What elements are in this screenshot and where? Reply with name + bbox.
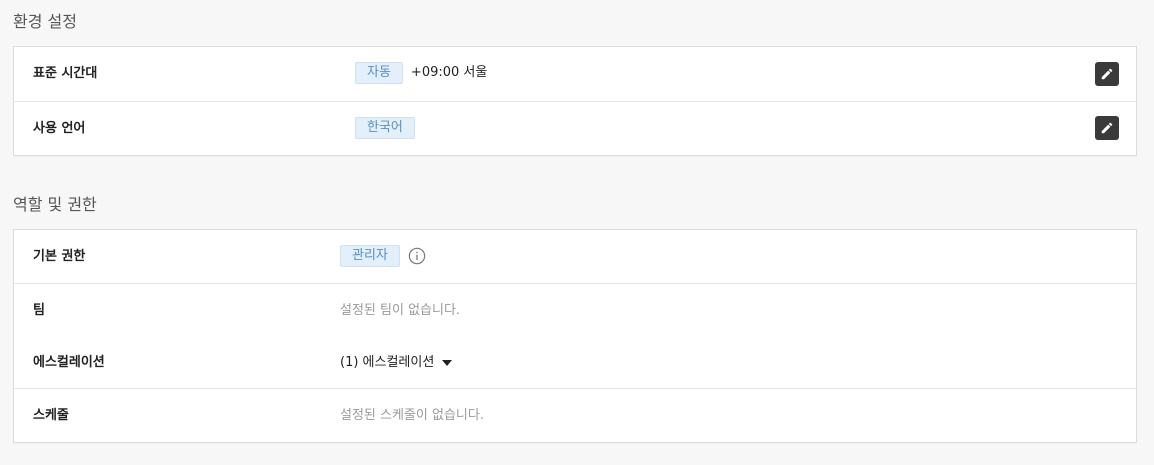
timezone-auto-chip: 자동: [355, 62, 403, 84]
language-value: 한국어: [355, 117, 415, 139]
default-permission-value: 관리자: [340, 245, 426, 267]
timezone-text: +09:00 서울: [410, 65, 488, 80]
language-chip: 한국어: [355, 117, 415, 139]
caret-down-icon: [442, 360, 453, 366]
escalation-value: (1) 에스컬레이션: [340, 354, 453, 372]
schedule-label: 스케줄: [33, 408, 69, 423]
pencil-icon: [1101, 122, 1113, 134]
language-row: 사용 언어 한국어: [14, 102, 1136, 156]
timezone-value: 자동 +09:00 서울: [355, 62, 487, 84]
team-value: 설정된 팀이 없습니다.: [340, 303, 461, 318]
edit-timezone-button[interactable]: [1095, 62, 1119, 86]
schedule-row: 스케줄 설정된 스케줄이 없습니다.: [14, 389, 1136, 443]
edit-language-button[interactable]: [1095, 116, 1119, 140]
section-title-roles: 역할 및 권한: [13, 195, 97, 214]
timezone-label: 표준 시간대: [33, 66, 98, 81]
timezone-row: 표준 시간대 자동 +09:00 서울: [14, 47, 1136, 102]
info-icon[interactable]: [408, 247, 426, 265]
escalation-dropdown-label: (1) 에스컬레이션: [340, 355, 435, 370]
escalation-label: 에스컬레이션: [33, 355, 105, 370]
pencil-icon: [1101, 68, 1113, 80]
default-permission-row: 기본 권한 관리자: [14, 230, 1136, 284]
escalation-row: 에스컬레이션 (1) 에스컬레이션: [14, 336, 1136, 389]
roles-card: 기본 권한 관리자 팀 설정된 팀이 없습니다. 에스컬레이션 (1) 에스컬레…: [13, 229, 1137, 443]
schedule-value: 설정된 스케줄이 없습니다.: [340, 408, 484, 423]
environment-card: 표준 시간대 자동 +09:00 서울 사용 언어 한국어: [13, 46, 1137, 156]
default-permission-label: 기본 권한: [33, 249, 86, 264]
team-row: 팀 설정된 팀이 없습니다.: [14, 284, 1136, 336]
language-label: 사용 언어: [33, 121, 86, 136]
escalation-dropdown[interactable]: (1) 에스컬레이션: [340, 354, 453, 372]
settings-page: 환경 설정 표준 시간대 자동 +09:00 서울 사용 언어 한국어 역할 및…: [0, 0, 1154, 465]
section-title-environment: 환경 설정: [13, 12, 77, 31]
team-label: 팀: [33, 303, 45, 318]
admin-chip: 관리자: [340, 245, 400, 267]
